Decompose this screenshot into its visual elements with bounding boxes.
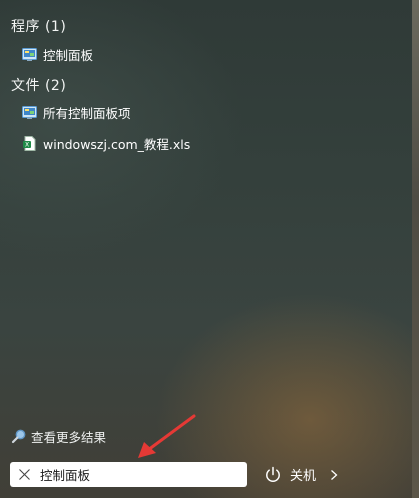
result-item-label: windowszj.com_教程.xls	[43, 136, 191, 152]
result-item-label: 所有控制面板项	[43, 105, 131, 121]
search-input[interactable]	[40, 467, 230, 482]
see-more-results-link[interactable]: 查看更多结果	[11, 426, 106, 446]
control-panel-icon	[22, 105, 37, 120]
svg-text:X: X	[25, 141, 29, 148]
programs-group-header: 程序 (1)	[11, 19, 67, 35]
files-group-header: 文件 (2)	[11, 78, 67, 94]
result-item-all-control-panel-items[interactable]: 所有控制面板项	[22, 101, 131, 123]
control-panel-icon	[22, 47, 37, 62]
power-icon	[264, 466, 282, 484]
see-more-label: 查看更多结果	[31, 429, 107, 445]
result-item-label: 控制面板	[43, 47, 94, 63]
close-icon	[18, 469, 30, 480]
shutdown-options-button[interactable]	[330, 468, 342, 482]
shutdown-label: 关机	[290, 469, 317, 484]
power-group: 关机	[264, 462, 342, 487]
search-box[interactable]	[10, 462, 247, 487]
annotation-arrow	[138, 414, 196, 458]
chevron-right-icon	[331, 469, 338, 480]
excel-file-icon: X	[22, 135, 37, 151]
shutdown-button[interactable]: 关机	[264, 465, 316, 484]
result-item-excel-file[interactable]: X windowszj.com_教程.xls	[22, 132, 190, 154]
background-edge	[412, 0, 419, 498]
result-item-control-panel[interactable]: 控制面板	[22, 43, 93, 65]
search-icon	[11, 428, 27, 444]
clear-search-button[interactable]	[16, 467, 32, 483]
